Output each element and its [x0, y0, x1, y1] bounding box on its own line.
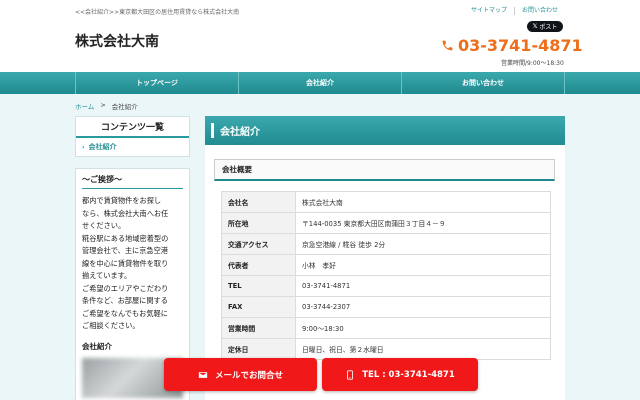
nav-contact[interactable]: お問い合わせ [402, 72, 565, 94]
site-title[interactable]: 株式会社大南 [75, 31, 159, 51]
header-links: サイトマップ お問い合わせ [464, 7, 565, 15]
greeting-line: 糀谷駅にある地域密着型の [82, 233, 169, 243]
row-value: 9:00～18:30 [295, 317, 551, 339]
heading-bar [211, 123, 214, 138]
x-post-button[interactable]: 𝕏 ポスト [527, 21, 563, 32]
greeting-title: ～ご挨拶～ [82, 174, 183, 189]
greeting-line: なら、株式会社大南へお任 [82, 208, 169, 218]
row-value: 03-3744-2307 [295, 296, 551, 318]
sitemap-link[interactable]: サイトマップ [464, 7, 514, 15]
contents-title: コンテンツ一覧 [76, 117, 189, 138]
smartphone-icon [347, 369, 354, 380]
mail-icon [198, 371, 208, 378]
greeting-line: 管理会社で、主に京急空港 [82, 246, 168, 255]
row-key: 所在地 [221, 212, 296, 234]
greeting-line: ご希望のエリアやこだわり [82, 283, 169, 293]
greeting-line: ご希望をなんでもお気軽に [82, 308, 168, 318]
contact-link[interactable]: お問い合わせ [513, 7, 565, 15]
row-key: FAX [221, 296, 296, 318]
greeting-line: 揃えています。 [82, 271, 132, 280]
greeting-company-label: 会社紹介 [82, 341, 112, 351]
table-row: TEL 03-3741-4871 [221, 275, 551, 297]
breadcrumb-current: 会社紹介 [111, 103, 138, 111]
x-logo-icon: 𝕏 [532, 23, 538, 30]
phone-icon [442, 40, 453, 51]
sidebar-item-company[interactable]: › 会社紹介 [76, 138, 189, 156]
greeting-line: せください。 [82, 221, 126, 230]
header-phone-number: 03-3741-4871 [458, 36, 583, 55]
tel-contact-label: TEL : 03-3741-4871 [362, 369, 455, 380]
table-row: 定休日 日曜日、祝日、第２水曜日 [221, 338, 551, 360]
row-value: 日曜日、祝日、第２水曜日 [295, 338, 551, 360]
table-row: 所在地 〒144-0035 東京都大田区南蒲田３丁目４－９ [221, 212, 551, 234]
row-key: 代表者 [221, 254, 296, 276]
row-value: 小林 孝好 [295, 254, 551, 276]
page-title: 会社紹介 [220, 127, 260, 138]
section-heading: 会社概要 [214, 159, 555, 181]
row-key: 交通アクセス [221, 233, 296, 255]
table-row: 交通アクセス 京急空港線 / 糀谷 徒歩 2分 [221, 233, 551, 255]
header-tagline: <<会社紹介>>東京都大田区の居住用賃貸なら株式会社大南 [75, 9, 240, 16]
bullet-icon: › [82, 143, 85, 151]
greeting-line: 線を中心に賃貸物件を取り [82, 258, 169, 268]
company-info-table: 会社名 株式会社大南 所在地 〒144-0035 東京都大田区南蒲田３丁目４－９ 交通ア… [221, 191, 551, 360]
row-value: 京急空港線 / 糀谷 徒歩 2分 [295, 233, 551, 255]
nav-company[interactable]: 会社紹介 [239, 72, 402, 94]
row-value: 〒144-0035 東京都大田区南蒲田３丁目４－９ [295, 212, 551, 234]
contents-box: コンテンツ一覧 › 会社紹介 [75, 116, 190, 157]
x-post-label: ポスト [539, 24, 558, 31]
greeting-text: 都内で賃貸物件をお探し なら、株式会社大南へお任 せください。 糀谷駅にある地域… [82, 195, 183, 333]
sidebar-item-label: 会社紹介 [88, 143, 117, 151]
breadcrumb-home[interactable]: ホーム [75, 101, 94, 111]
mail-contact-button[interactable]: メールでお問合せ [164, 358, 317, 391]
greeting-line: ご相談ください。 [82, 321, 140, 330]
row-value: 株式会社大南 [295, 191, 551, 213]
breadcrumb: ホーム > 会社紹介 [75, 101, 138, 111]
page-heading: 会社紹介 [205, 116, 565, 145]
row-key: 会社名 [221, 191, 296, 213]
table-row: 営業時間 9:00～18:30 [221, 317, 551, 339]
greeting-line: 条件など、お部屋に関する [82, 296, 168, 305]
nav-top-page[interactable]: トップページ [75, 72, 239, 94]
global-nav: トップページ 会社紹介 お問い合わせ [0, 72, 640, 94]
greeting-line: 都内で賃貸物件をお探し [82, 196, 162, 205]
row-key: TEL [221, 275, 296, 297]
tel-contact-button[interactable]: TEL : 03-3741-4871 [322, 358, 478, 391]
row-key: 定休日 [221, 338, 296, 360]
header-phone[interactable]: 03-3741-4871 [441, 36, 583, 55]
business-hours: 営業時間/9:00～18:30 [501, 60, 564, 67]
site-header: <<会社紹介>>東京都大田区の居住用賃貸なら株式会社大南 サイトマップ お問い合… [0, 0, 640, 70]
table-row: 会社名 株式会社大南 [221, 191, 551, 213]
table-row: FAX 03-3744-2307 [221, 296, 551, 318]
table-row: 代表者 小林 孝好 [221, 254, 551, 276]
row-value: 03-3741-4871 [295, 275, 551, 297]
breadcrumb-separator: > [100, 101, 106, 109]
mail-contact-label: メールでお問合せ [214, 370, 283, 381]
row-key: 営業時間 [221, 317, 296, 339]
